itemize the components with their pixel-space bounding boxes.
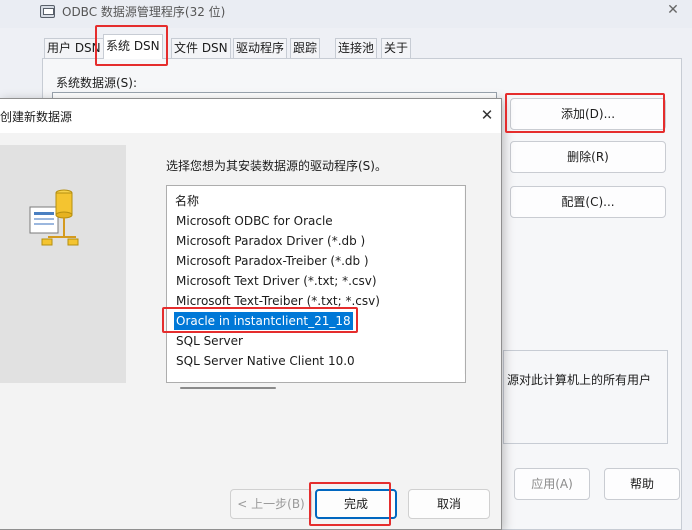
apply-button[interactable]: 应用(A): [514, 468, 590, 500]
odbc-titlebar: ODBC 数据源管理程序(32 位) ✕: [0, 0, 692, 28]
driver-list-scrollbar[interactable]: [464, 186, 465, 374]
odbc-window-title: ODBC 数据源管理程序(32 位): [62, 5, 226, 19]
tab-tracing[interactable]: 跟踪: [290, 38, 321, 58]
dialog-close-icon[interactable]: ✕: [476, 106, 498, 126]
back-button[interactable]: < 上一步(B): [230, 489, 312, 519]
tab-file-dsn[interactable]: 文件 DSN: [171, 38, 231, 58]
description-text: 源对此计算机上的所有用户: [507, 373, 652, 387]
driver-item[interactable]: SQL Server Native Client 10.0: [174, 352, 357, 370]
driver-prompt: 选择您想为其安装数据源的驱动程序(S)。: [166, 159, 387, 173]
create-data-source-dialog: 创建新数据源 ✕ 选择您想为其安装数据源的驱动程序(S)。 名称 Microso…: [0, 98, 502, 530]
driver-item[interactable]: SQL Server: [174, 332, 245, 350]
help-button[interactable]: 帮助: [604, 468, 680, 500]
remove-button[interactable]: 删除(R): [510, 141, 666, 173]
database-driver-icon: [29, 189, 79, 246]
description-box: [503, 350, 668, 444]
odbc-close-icon[interactable]: ✕: [663, 2, 683, 20]
driver-item[interactable]: Microsoft Paradox-Treiber (*.db ): [174, 252, 371, 270]
tab-strip: 用户 DSN 系统 DSN 文件 DSN 驱动程序 跟踪 连接池 关于: [42, 34, 692, 59]
driver-list-header: 名称: [175, 194, 200, 208]
driver-list-hscroll-thumb[interactable]: [180, 387, 276, 389]
system-ds-label: 系统数据源(S):: [56, 76, 138, 90]
tab-system-dsn[interactable]: 系统 DSN: [103, 34, 163, 59]
tab-drivers[interactable]: 驱动程序: [233, 38, 288, 58]
tab-connection-pool[interactable]: 连接池: [335, 38, 378, 58]
odbc-app-icon: [40, 5, 55, 18]
dialog-title: 创建新数据源: [0, 110, 73, 124]
dialog-titlebar: 创建新数据源 ✕: [0, 99, 501, 133]
dialog-side-panel: [0, 145, 126, 383]
driver-item[interactable]: Microsoft ODBC for Oracle: [174, 212, 335, 230]
finish-button[interactable]: 完成: [315, 489, 397, 519]
cancel-button[interactable]: 取消: [408, 489, 490, 519]
driver-item[interactable]: Microsoft Text-Treiber (*.txt; *.csv): [174, 292, 382, 310]
driver-item[interactable]: Microsoft Paradox Driver (*.db ): [174, 232, 367, 250]
tab-user-dsn[interactable]: 用户 DSN: [44, 38, 104, 58]
add-button[interactable]: 添加(D)...: [510, 98, 666, 130]
driver-item[interactable]: Microsoft Text Driver (*.txt; *.csv): [174, 272, 379, 290]
driver-list[interactable]: 名称 Microsoft ODBC for Oracle Microsoft P…: [166, 185, 466, 383]
tab-about[interactable]: 关于: [381, 38, 412, 58]
configure-button[interactable]: 配置(C)...: [510, 186, 666, 218]
driver-item-selected[interactable]: Oracle in instantclient_21_18: [174, 312, 353, 330]
